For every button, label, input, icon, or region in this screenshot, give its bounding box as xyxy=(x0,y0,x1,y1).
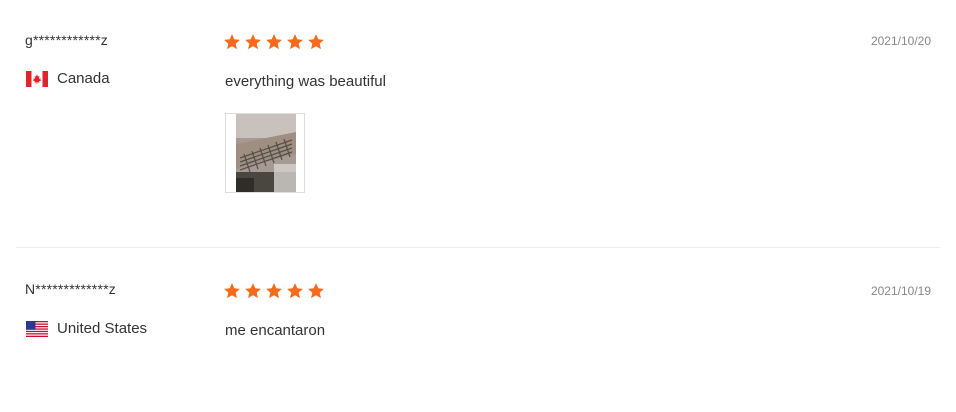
review-photo xyxy=(226,114,304,192)
country-name: Canada xyxy=(57,70,110,87)
review-comment: me encantaron xyxy=(225,322,326,339)
reviewer-name: N*************z xyxy=(25,281,116,297)
star-icon xyxy=(266,283,282,299)
review-photo-thumbnail[interactable] xyxy=(225,113,305,193)
canada-flag-icon xyxy=(26,70,48,87)
us-flag-icon xyxy=(26,320,48,337)
country-name: United States xyxy=(57,320,148,337)
star-rating xyxy=(223,282,328,300)
star-icon xyxy=(308,34,324,50)
star-icon xyxy=(245,34,261,50)
star-icon xyxy=(224,34,240,50)
review-item: N*************z United States 2021/10/19… xyxy=(16,248,940,412)
star-icon xyxy=(287,34,303,50)
star-rating xyxy=(223,33,328,51)
star-icon xyxy=(266,34,282,50)
reviewer-country: Canada xyxy=(26,70,110,87)
star-icon xyxy=(245,283,261,299)
review-date: 2021/10/20 xyxy=(870,34,931,48)
review-item: g************z Canada 2021/10/20 everyth… xyxy=(16,0,940,248)
review-date: 2021/10/19 xyxy=(870,284,931,298)
reviewer-country: United States xyxy=(26,320,147,337)
review-comment: everything was beautiful xyxy=(225,73,386,90)
star-icon xyxy=(287,283,303,299)
reviewer-name: g************z xyxy=(25,32,108,48)
star-icon xyxy=(308,283,324,299)
star-icon xyxy=(224,283,240,299)
